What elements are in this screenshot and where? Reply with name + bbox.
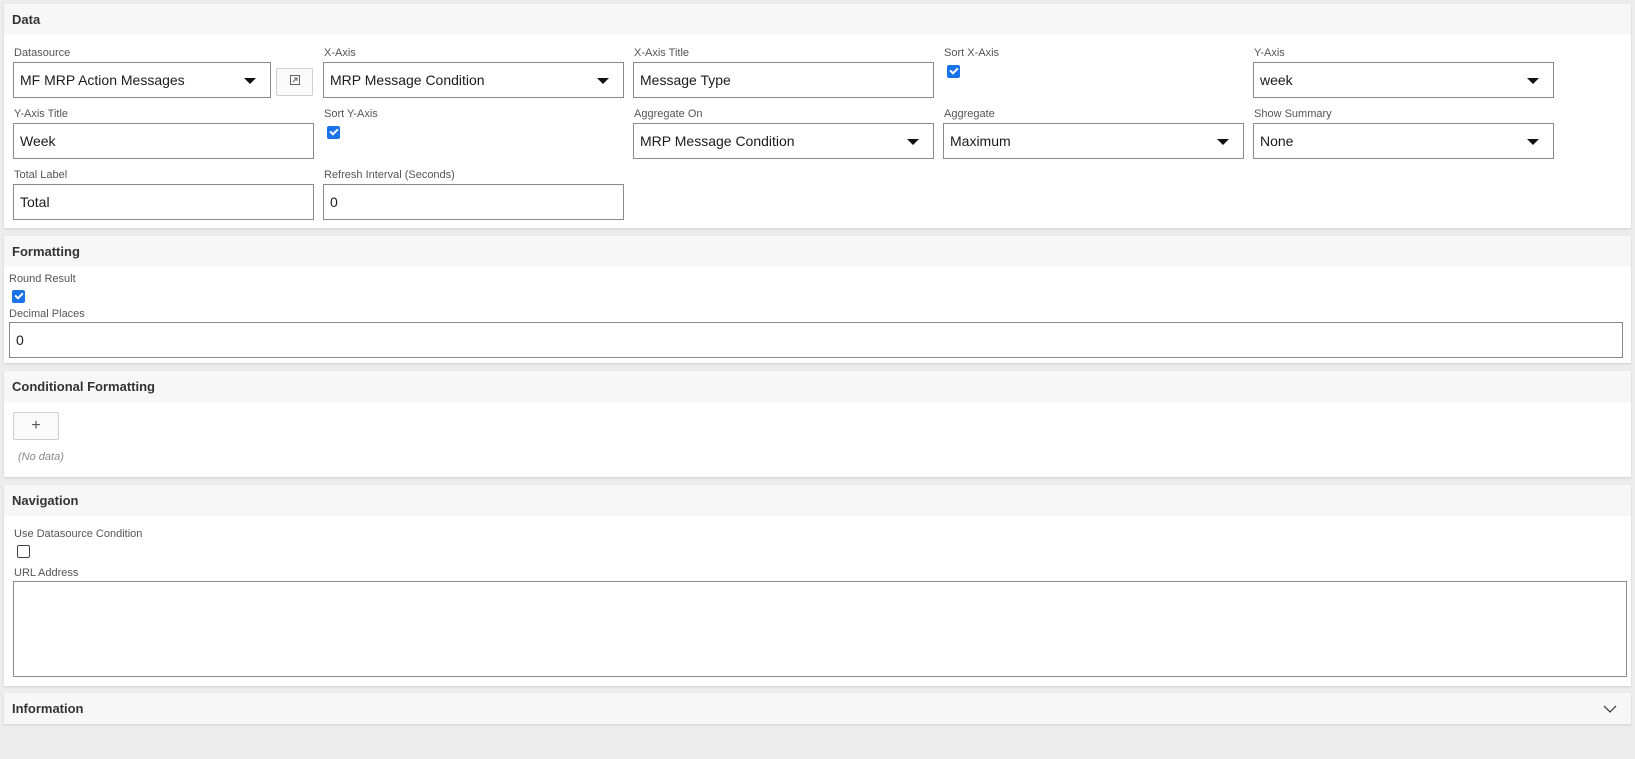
- data-section-header: Data: [4, 4, 1631, 35]
- datasource-select[interactable]: MF MRP Action Messages: [13, 62, 271, 98]
- navigation-section: Navigation Use Datasource Condition URL …: [4, 485, 1631, 686]
- x-axis-title-input[interactable]: Message Type: [633, 62, 934, 98]
- use-datasource-condition-label: Use Datasource Condition: [14, 528, 143, 540]
- total-label-value: Total: [20, 194, 50, 210]
- x-axis-title-value: Message Type: [640, 72, 731, 88]
- navigation-section-title: Navigation: [12, 493, 79, 508]
- aggregate-on-select[interactable]: MRP Message Condition: [633, 123, 934, 159]
- conditional-formatting-section: Conditional Formatting + (No data): [4, 371, 1631, 477]
- sort-y-axis-label: Sort Y-Axis: [324, 108, 378, 120]
- sort-x-axis-label: Sort X-Axis: [944, 47, 1000, 59]
- conditional-formatting-section-header: Conditional Formatting: [4, 371, 1631, 402]
- conditional-formatting-section-title: Conditional Formatting: [12, 379, 155, 394]
- use-datasource-condition-checkbox[interactable]: [17, 545, 30, 558]
- sort-y-axis-checkbox[interactable]: [327, 126, 340, 139]
- decimal-places-value: 0: [16, 332, 24, 348]
- chevron-down-icon: [907, 139, 919, 145]
- datasource-value: MF MRP Action Messages: [20, 72, 185, 88]
- data-section-title: Data: [12, 12, 41, 27]
- open-link-icon: [289, 73, 301, 91]
- add-rule-button[interactable]: +: [13, 412, 59, 440]
- chevron-down-icon: [597, 78, 609, 84]
- chevron-down-icon[interactable]: [1603, 701, 1617, 716]
- aggregate-select[interactable]: Maximum: [943, 123, 1244, 159]
- url-address-input[interactable]: [13, 581, 1627, 677]
- total-label-label: Total Label: [14, 169, 68, 181]
- y-axis-label: Y-Axis: [1254, 47, 1285, 59]
- decimal-places-label: Decimal Places: [9, 308, 85, 320]
- sort-x-axis-checkbox[interactable]: [947, 65, 960, 78]
- aggregate-on-value: MRP Message Condition: [640, 133, 795, 149]
- formatting-section-header: Formatting: [4, 236, 1631, 267]
- refresh-interval-input[interactable]: 0: [323, 184, 624, 220]
- formatting-section: Formatting Round Result Decimal Places 0: [4, 236, 1631, 363]
- y-axis-title-input[interactable]: Week: [13, 123, 314, 159]
- information-section-title: Information: [12, 701, 84, 716]
- x-axis-label: X-Axis: [324, 47, 356, 59]
- url-address-label: URL Address: [14, 567, 79, 579]
- y-axis-value: week: [1260, 72, 1293, 88]
- information-section[interactable]: Information: [4, 693, 1631, 724]
- data-section: Data Datasource MF MRP Action Messages X…: [4, 4, 1631, 228]
- refresh-interval-value: 0: [330, 194, 338, 210]
- chevron-down-icon: [1527, 139, 1539, 145]
- datasource-label: Datasource: [14, 47, 71, 59]
- formatting-section-title: Formatting: [12, 244, 80, 259]
- chevron-down-icon: [244, 78, 256, 84]
- x-axis-select[interactable]: MRP Message Condition: [323, 62, 624, 98]
- empty-state-text: (No data): [18, 451, 64, 463]
- show-summary-select[interactable]: None: [1253, 123, 1554, 159]
- chevron-down-icon: [1527, 78, 1539, 84]
- aggregate-label: Aggregate: [944, 108, 995, 120]
- total-label-input[interactable]: Total: [13, 184, 314, 220]
- round-result-checkbox[interactable]: [12, 290, 25, 303]
- x-axis-value: MRP Message Condition: [330, 72, 485, 88]
- information-section-header[interactable]: Information: [4, 693, 1631, 724]
- aggregate-on-label: Aggregate On: [634, 108, 703, 120]
- y-axis-title-value: Week: [20, 133, 56, 149]
- aggregate-value: Maximum: [950, 133, 1011, 149]
- show-summary-value: None: [1260, 133, 1294, 149]
- show-summary-label: Show Summary: [1254, 108, 1332, 120]
- refresh-interval-label: Refresh Interval (Seconds): [324, 169, 455, 181]
- y-axis-select[interactable]: week: [1253, 62, 1554, 98]
- decimal-places-input[interactable]: 0: [9, 322, 1623, 358]
- x-axis-title-label: X-Axis Title: [634, 47, 690, 59]
- plus-icon: +: [31, 417, 41, 434]
- round-result-label: Round Result: [9, 273, 76, 285]
- navigation-section-header: Navigation: [4, 485, 1631, 516]
- chevron-down-icon: [1217, 139, 1229, 145]
- y-axis-title-label: Y-Axis Title: [14, 108, 69, 120]
- datasource-open-button[interactable]: [276, 68, 313, 96]
